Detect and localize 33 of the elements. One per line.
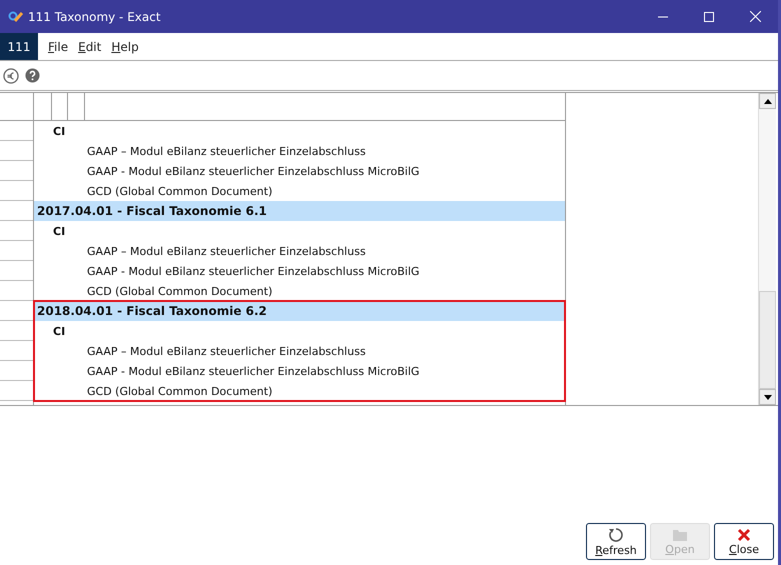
category-row[interactable]: CI	[34, 221, 565, 241]
refresh-button[interactable]: Refresh	[586, 523, 646, 560]
company-code: 111	[0, 33, 38, 60]
document-row[interactable]: GAAP - Modul eBilanz steuerlicher Einzelabschluss MicroBilG	[34, 261, 565, 281]
help-icon[interactable]	[25, 68, 40, 83]
down-arrow-icon	[764, 394, 772, 400]
document-row[interactable]: GCD (Global Common Document)	[34, 281, 565, 301]
document-row[interactable]: GCD (Global Common Document)	[34, 381, 565, 401]
maximize-icon	[704, 12, 714, 22]
menu-item[interactable]: Edit	[78, 33, 102, 60]
document-row[interactable]: GAAP - Modul eBilanz steuerlicher Einzelabschluss MicroBilG	[34, 161, 565, 181]
document-row[interactable]: GAAP – Modul eBilanz steuerlicher Einzelabschluss	[34, 141, 565, 161]
scroll-up-button[interactable]	[759, 93, 776, 109]
up-arrow-icon	[764, 98, 772, 104]
app-logo-icon	[8, 10, 24, 24]
scrollbar-thumb[interactable]	[759, 291, 776, 389]
refresh-icon	[608, 526, 624, 542]
category-row[interactable]: CI	[34, 321, 565, 341]
document-row[interactable]: GAAP - Modul eBilanz steuerlicher Einzelabschluss MicroBilG	[34, 361, 565, 381]
close-icon	[737, 528, 751, 542]
close-icon	[750, 11, 760, 22]
group-row[interactable]: 2017.04.01 - Fiscal Taxonomie 6.1	[34, 201, 565, 221]
category-row[interactable]: CI	[34, 121, 565, 141]
scroll-down-button[interactable]	[759, 389, 776, 405]
menu-item[interactable]: Help	[111, 33, 139, 60]
close-button[interactable]: Close	[714, 523, 774, 560]
group-row[interactable]: 2018.04.01 - Fiscal Taxonomie 6.2	[34, 301, 565, 321]
folder-icon	[672, 528, 688, 542]
window-title: 111 Taxonomy - Exact	[28, 10, 161, 24]
document-row[interactable]: GCD (Global Common Document)	[34, 181, 565, 201]
document-row[interactable]: GAAP – Modul eBilanz steuerlicher Einzelabschluss	[34, 341, 565, 361]
document-row[interactable]: GAAP – Modul eBilanz steuerlicher Einzelabschluss	[34, 241, 565, 261]
menu-item[interactable]: File	[48, 33, 68, 60]
